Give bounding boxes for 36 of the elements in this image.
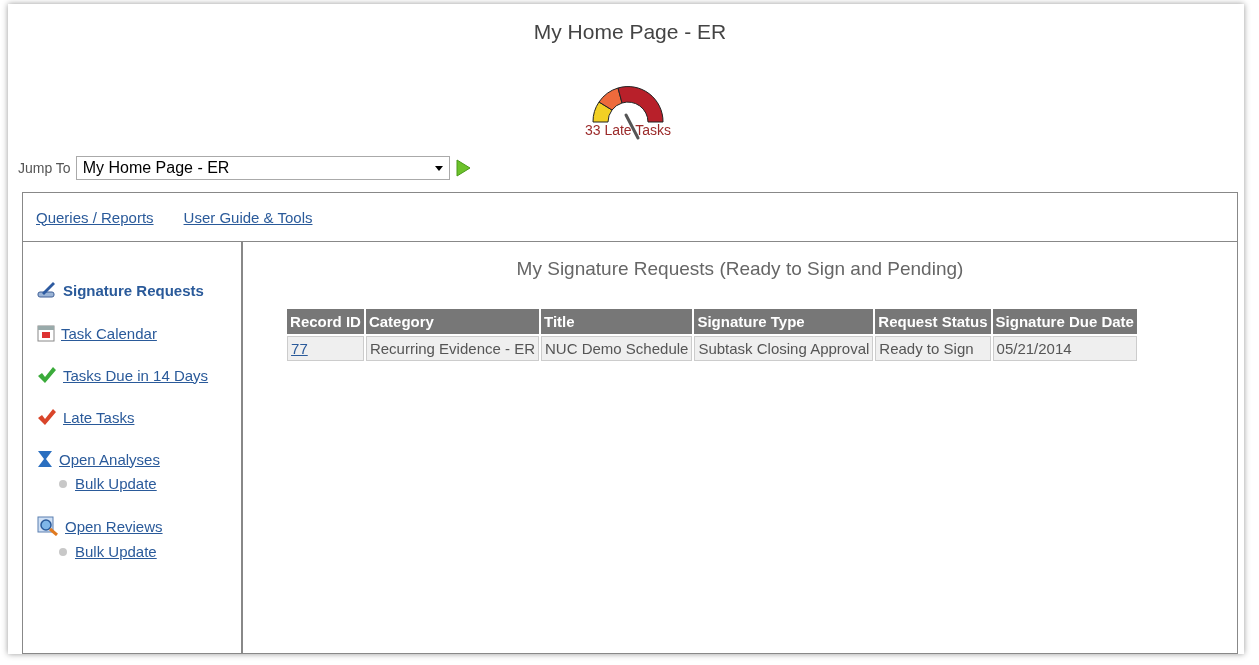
sidebar-item[interactable]: Tasks Due in 14 Days [63,366,209,384]
nav-link[interactable]: Queries / Reports [36,208,154,226]
sidebar-subitem[interactable]: Bulk Update [75,475,157,492]
hourglass-icon [37,450,53,468]
column-header: Title [541,309,693,334]
check-icon [37,366,57,384]
sidebar-item[interactable]: Task Calendar [61,324,157,342]
nav-link[interactable]: User Guide & Tools [183,208,313,226]
sidebar-item[interactable]: Open Reviews [65,517,163,535]
column-header: Signature Type [694,309,874,334]
magnifier-icon [37,516,59,536]
pen-icon [37,280,57,300]
calendar-icon [37,324,55,342]
sidebar-subitem[interactable]: Bulk Update [75,543,157,560]
bullet-icon [59,547,67,556]
table-cell: Ready to Sign [875,336,991,361]
table-cell: NUC Demo Schedule [541,336,693,361]
check-icon [37,408,57,426]
jump-to-dropdown[interactable]: My Home Page - ER [75,156,450,180]
panel-title: My Signature Requests (Ready to Sign and Pending) [516,258,964,280]
column-header: Category [365,309,539,334]
table-cell: 05/21/2014 [992,336,1137,361]
sidebar-item[interactable]: Open Analyses [59,450,160,468]
record-link[interactable]: 77 [287,336,364,361]
sidebar-item[interactable]: Late Tasks [63,408,135,426]
table-cell: Subtask Closing Approval [694,336,874,361]
column-header: Signature Due Date [992,309,1137,334]
column-header: Request Status [875,309,991,334]
sidebar-item[interactable]: Signature Requests [63,281,204,299]
go-icon[interactable] [454,159,471,177]
bullet-icon [59,479,67,488]
page-title: My Home Page - ER [533,20,727,44]
table-cell: Recurring Evidence - ER [365,336,539,361]
column-header: Record ID [287,309,364,334]
jump-to-label: Jump To [18,160,71,176]
late-tasks-count[interactable]: 33 Late Tasks [584,122,672,138]
